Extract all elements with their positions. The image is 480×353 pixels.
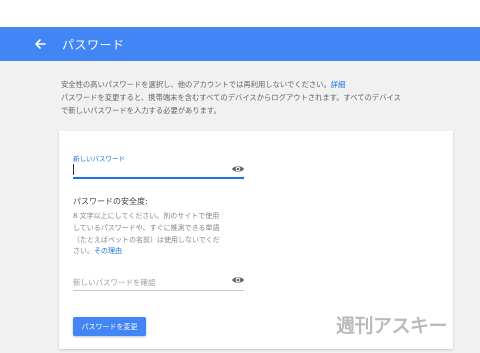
intro-line-2: パスワードを変更すると、携帯端末を含むすべてのデバイスからログアウトされます。す…	[61, 93, 401, 102]
reason-link[interactable]: その理由	[94, 247, 122, 255]
new-password-input[interactable]	[73, 163, 244, 179]
eye-icon[interactable]	[231, 275, 245, 285]
intro-line-3: で新しいパスワードを入力する必要があります。	[61, 106, 221, 115]
details-link[interactable]: 詳細	[331, 80, 346, 89]
intro-line-1: 安全性の高いパスワードを選択し、他のアカウントでは再利用しないでください。詳細	[61, 80, 346, 89]
browser-top-strip	[0, 0, 480, 27]
intro-text: 安全性の高いパスワードを選択し、他のアカウントでは再利用しないでください。詳細 …	[61, 78, 461, 117]
page-title: パスワード	[62, 38, 125, 52]
arrow-back-icon[interactable]	[34, 38, 46, 50]
strength-desc-line: しているパスワードや、すぐに推測できる単語	[73, 223, 220, 232]
app-bar: パスワード	[0, 27, 480, 61]
eye-icon[interactable]	[231, 164, 245, 174]
watermark-logo: 週刊アスキー	[336, 315, 448, 337]
strength-title: パスワードの安全度:	[73, 197, 148, 206]
new-password-label: 新しいパスワード	[73, 155, 125, 163]
strength-desc-line: 8 文字以上にしてください。別のサイトで使用	[73, 212, 220, 220]
confirm-password-input[interactable]	[73, 274, 244, 291]
strength-description: 8 文字以上にしてください。別のサイトで使用 しているパスワードや、すぐに推測で…	[73, 211, 255, 258]
strength-desc-line: （たとえばペットの名前）は使用しないでくだ	[73, 235, 220, 244]
strength-desc-line-last: さい。その理由	[73, 247, 122, 256]
text-caret	[73, 164, 74, 175]
change-password-button[interactable]: パスワードを変更	[73, 317, 146, 336]
